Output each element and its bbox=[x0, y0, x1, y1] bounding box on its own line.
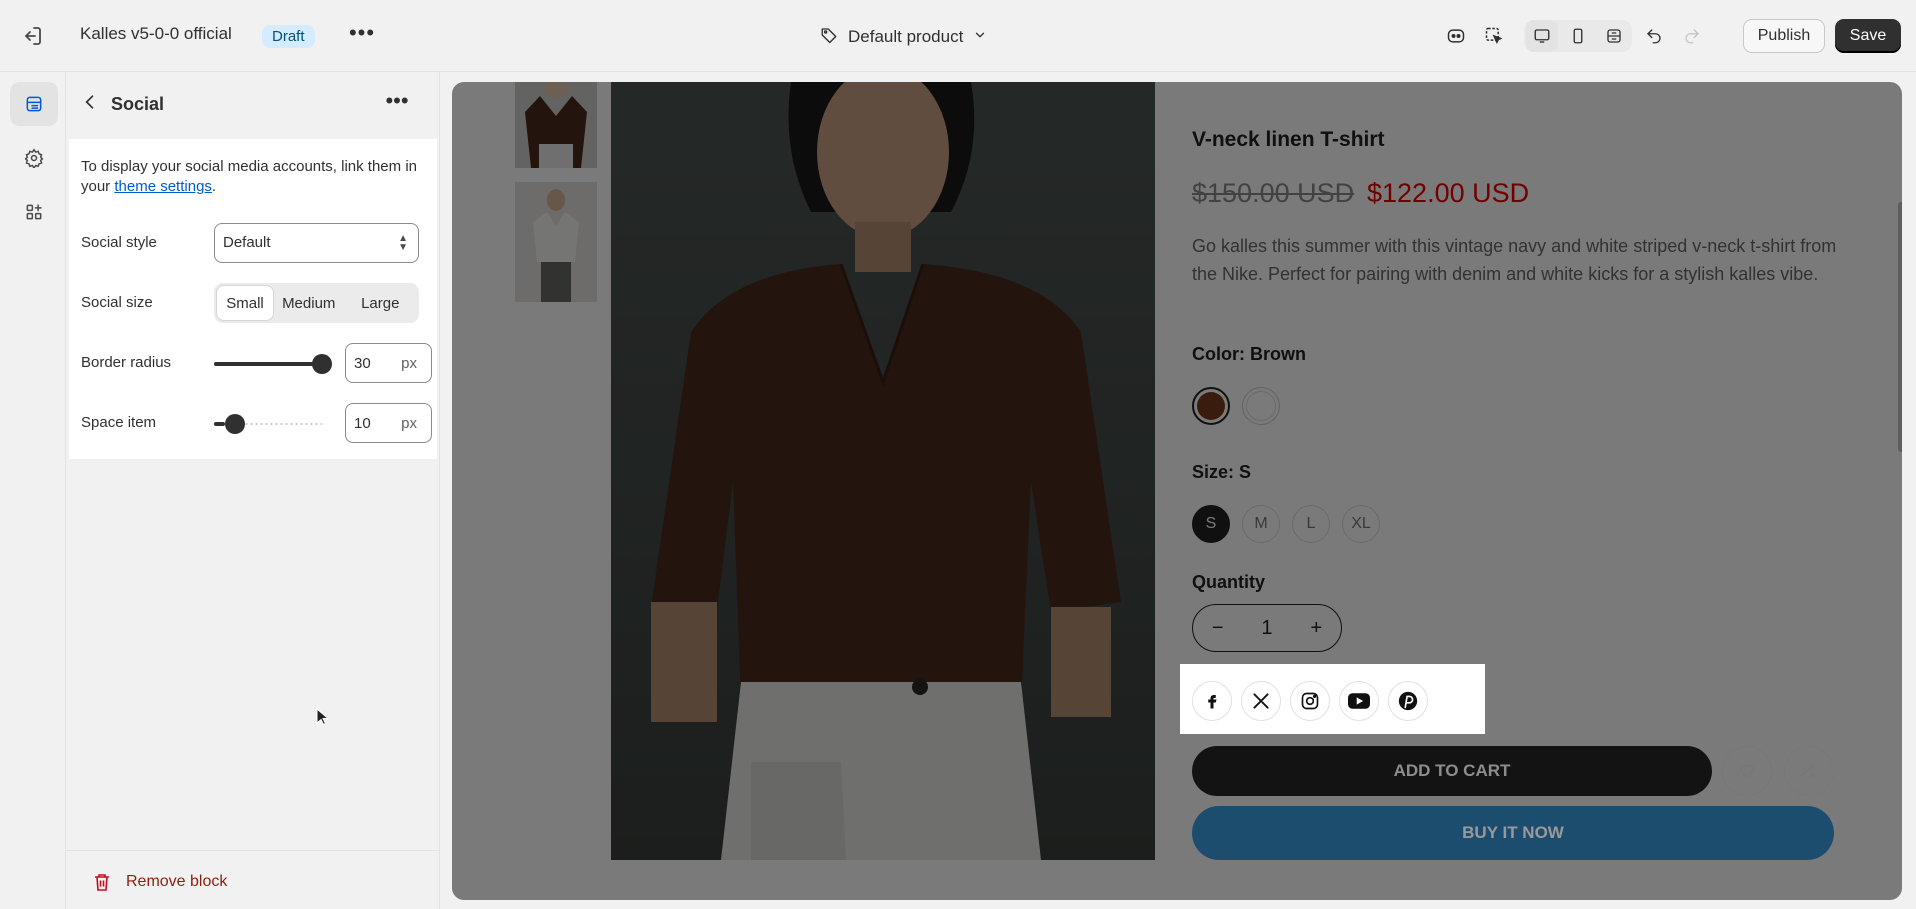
store-preview: V-neck linen T-shirt $150.00 USD $122.00… bbox=[452, 82, 1902, 900]
space-item-input[interactable]: 10 px bbox=[345, 403, 432, 443]
social-style-row: Social style Default ▲ ▼ bbox=[81, 223, 427, 263]
pinterest-icon[interactable] bbox=[1388, 681, 1428, 721]
social-size-row: Social size Small Medium Large bbox=[81, 283, 427, 323]
exit-icon[interactable] bbox=[20, 24, 50, 50]
fullscreen-icon[interactable] bbox=[1598, 20, 1630, 52]
size-option-large[interactable]: Large bbox=[345, 286, 417, 320]
product-thumbnail-1[interactable] bbox=[515, 82, 597, 168]
facebook-icon[interactable] bbox=[1192, 681, 1232, 721]
space-item-slider[interactable] bbox=[214, 414, 322, 434]
size-option-small[interactable]: Small bbox=[217, 286, 273, 320]
more-actions-icon[interactable]: ••• bbox=[348, 22, 376, 50]
color-option-label: Color: Brown bbox=[1192, 344, 1306, 364]
sale-price: $122.00 USD bbox=[1367, 178, 1530, 208]
buy-now-button[interactable]: BUY IT NOW bbox=[1192, 806, 1834, 860]
border-radius-row: Border radius 30 px bbox=[81, 343, 432, 383]
size-option-medium[interactable]: Medium bbox=[273, 286, 345, 320]
ai-assistant-icon[interactable] bbox=[1440, 20, 1472, 52]
add-to-cart-button[interactable]: ADD TO CART bbox=[1192, 746, 1712, 796]
size-button-l[interactable]: L bbox=[1292, 505, 1330, 543]
save-button[interactable]: Save bbox=[1835, 19, 1901, 53]
settings-gear-icon[interactable] bbox=[10, 136, 58, 180]
left-rail bbox=[0, 72, 66, 909]
quantity-stepper: − 1 + bbox=[1192, 604, 1342, 652]
slider-handle[interactable] bbox=[312, 354, 332, 374]
remove-block-button[interactable]: Remove block bbox=[66, 850, 440, 909]
space-item-value: 10 bbox=[354, 415, 371, 432]
social-size-label: Social size bbox=[81, 294, 153, 311]
border-radius-unit: px bbox=[401, 355, 417, 372]
mouse-cursor-icon bbox=[316, 708, 328, 726]
space-item-label: Space item bbox=[81, 414, 157, 431]
size-button-xl[interactable]: XL bbox=[1342, 505, 1380, 543]
product-thumbnail-2[interactable] bbox=[515, 182, 597, 302]
status-badge: Draft bbox=[262, 25, 315, 48]
space-item-unit: px bbox=[401, 415, 417, 432]
preview-scrollbar[interactable] bbox=[1898, 202, 1902, 452]
youtube-icon[interactable] bbox=[1339, 681, 1379, 721]
quantity-value[interactable]: 1 bbox=[1252, 617, 1282, 640]
editor-topbar: Kalles v5-0-0 official Draft ••• Default… bbox=[0, 0, 1916, 72]
tag-icon bbox=[820, 26, 838, 49]
instagram-icon[interactable] bbox=[1290, 681, 1330, 721]
border-radius-input[interactable]: 30 px bbox=[345, 343, 432, 383]
back-arrow-icon[interactable] bbox=[80, 92, 104, 116]
size-option-label: Size: S bbox=[1192, 462, 1252, 482]
wishlist-heart-icon[interactable] bbox=[1722, 746, 1772, 796]
plus-icon[interactable]: + bbox=[1301, 617, 1331, 640]
template-selector-label: Default product bbox=[848, 27, 964, 46]
space-item-row: Space item 10 px bbox=[81, 403, 432, 443]
product-main-image[interactable] bbox=[611, 82, 1155, 860]
chevron-down-icon bbox=[973, 27, 987, 47]
color-swatch-white[interactable] bbox=[1242, 387, 1280, 425]
slider-handle[interactable] bbox=[224, 414, 245, 434]
product-description: Go kalles this summer with this vintage … bbox=[1192, 236, 1837, 284]
social-icons-block bbox=[1180, 664, 1485, 734]
border-radius-label: Border radius bbox=[81, 354, 172, 371]
undo-icon[interactable] bbox=[1638, 20, 1670, 52]
size-button-s[interactable]: S bbox=[1192, 505, 1230, 543]
desktop-icon[interactable] bbox=[1526, 20, 1558, 52]
panel-title: Social bbox=[111, 94, 165, 114]
x-twitter-icon[interactable] bbox=[1241, 681, 1281, 721]
social-settings-card: To display your social media accounts, l… bbox=[69, 139, 437, 459]
apps-icon[interactable] bbox=[10, 190, 58, 234]
store-name: Kalles v5-0-0 official bbox=[80, 24, 232, 43]
inspector-icon[interactable] bbox=[1478, 20, 1510, 52]
select-arrows-icon: ▲ ▼ bbox=[398, 233, 408, 253]
publish-button[interactable]: Publish bbox=[1743, 19, 1825, 53]
product-title: V-neck linen T-shirt bbox=[1192, 128, 1385, 151]
border-radius-slider[interactable] bbox=[214, 354, 332, 374]
social-size-segmented: Small Medium Large bbox=[214, 283, 419, 323]
social-style-value: Default bbox=[223, 234, 271, 251]
device-toggle bbox=[1524, 20, 1632, 52]
color-swatch-brown[interactable] bbox=[1192, 387, 1230, 425]
quantity-label: Quantity bbox=[1192, 572, 1266, 592]
info-text: To display your social media accounts, l… bbox=[81, 157, 421, 197]
panel-more-icon[interactable]: ••• bbox=[382, 89, 412, 119]
toolbar-icons bbox=[1440, 20, 1708, 52]
border-radius-value: 30 bbox=[354, 355, 371, 372]
template-selector[interactable]: Default product bbox=[820, 22, 987, 52]
info-text-end: . bbox=[211, 178, 217, 195]
slider-fill bbox=[214, 422, 225, 426]
compare-shuffle-icon[interactable] bbox=[1784, 746, 1834, 796]
minus-icon[interactable]: − bbox=[1203, 617, 1233, 640]
social-style-label: Social style bbox=[81, 234, 157, 251]
redo-icon[interactable] bbox=[1676, 20, 1708, 52]
settings-panel: Social ••• To display your social media … bbox=[66, 72, 440, 909]
social-style-select[interactable]: Default ▲ ▼ bbox=[214, 223, 419, 263]
mobile-icon[interactable] bbox=[1562, 20, 1594, 52]
panel-header: Social ••• bbox=[66, 82, 440, 126]
trash-icon bbox=[94, 873, 110, 891]
compare-at-price: $150.00 USD bbox=[1192, 178, 1355, 208]
sections-icon[interactable] bbox=[10, 82, 58, 126]
slider-fill bbox=[214, 362, 322, 366]
remove-block-label: Remove block bbox=[126, 873, 228, 890]
size-button-m[interactable]: M bbox=[1242, 505, 1280, 543]
theme-settings-link[interactable]: theme settings bbox=[114, 178, 212, 195]
